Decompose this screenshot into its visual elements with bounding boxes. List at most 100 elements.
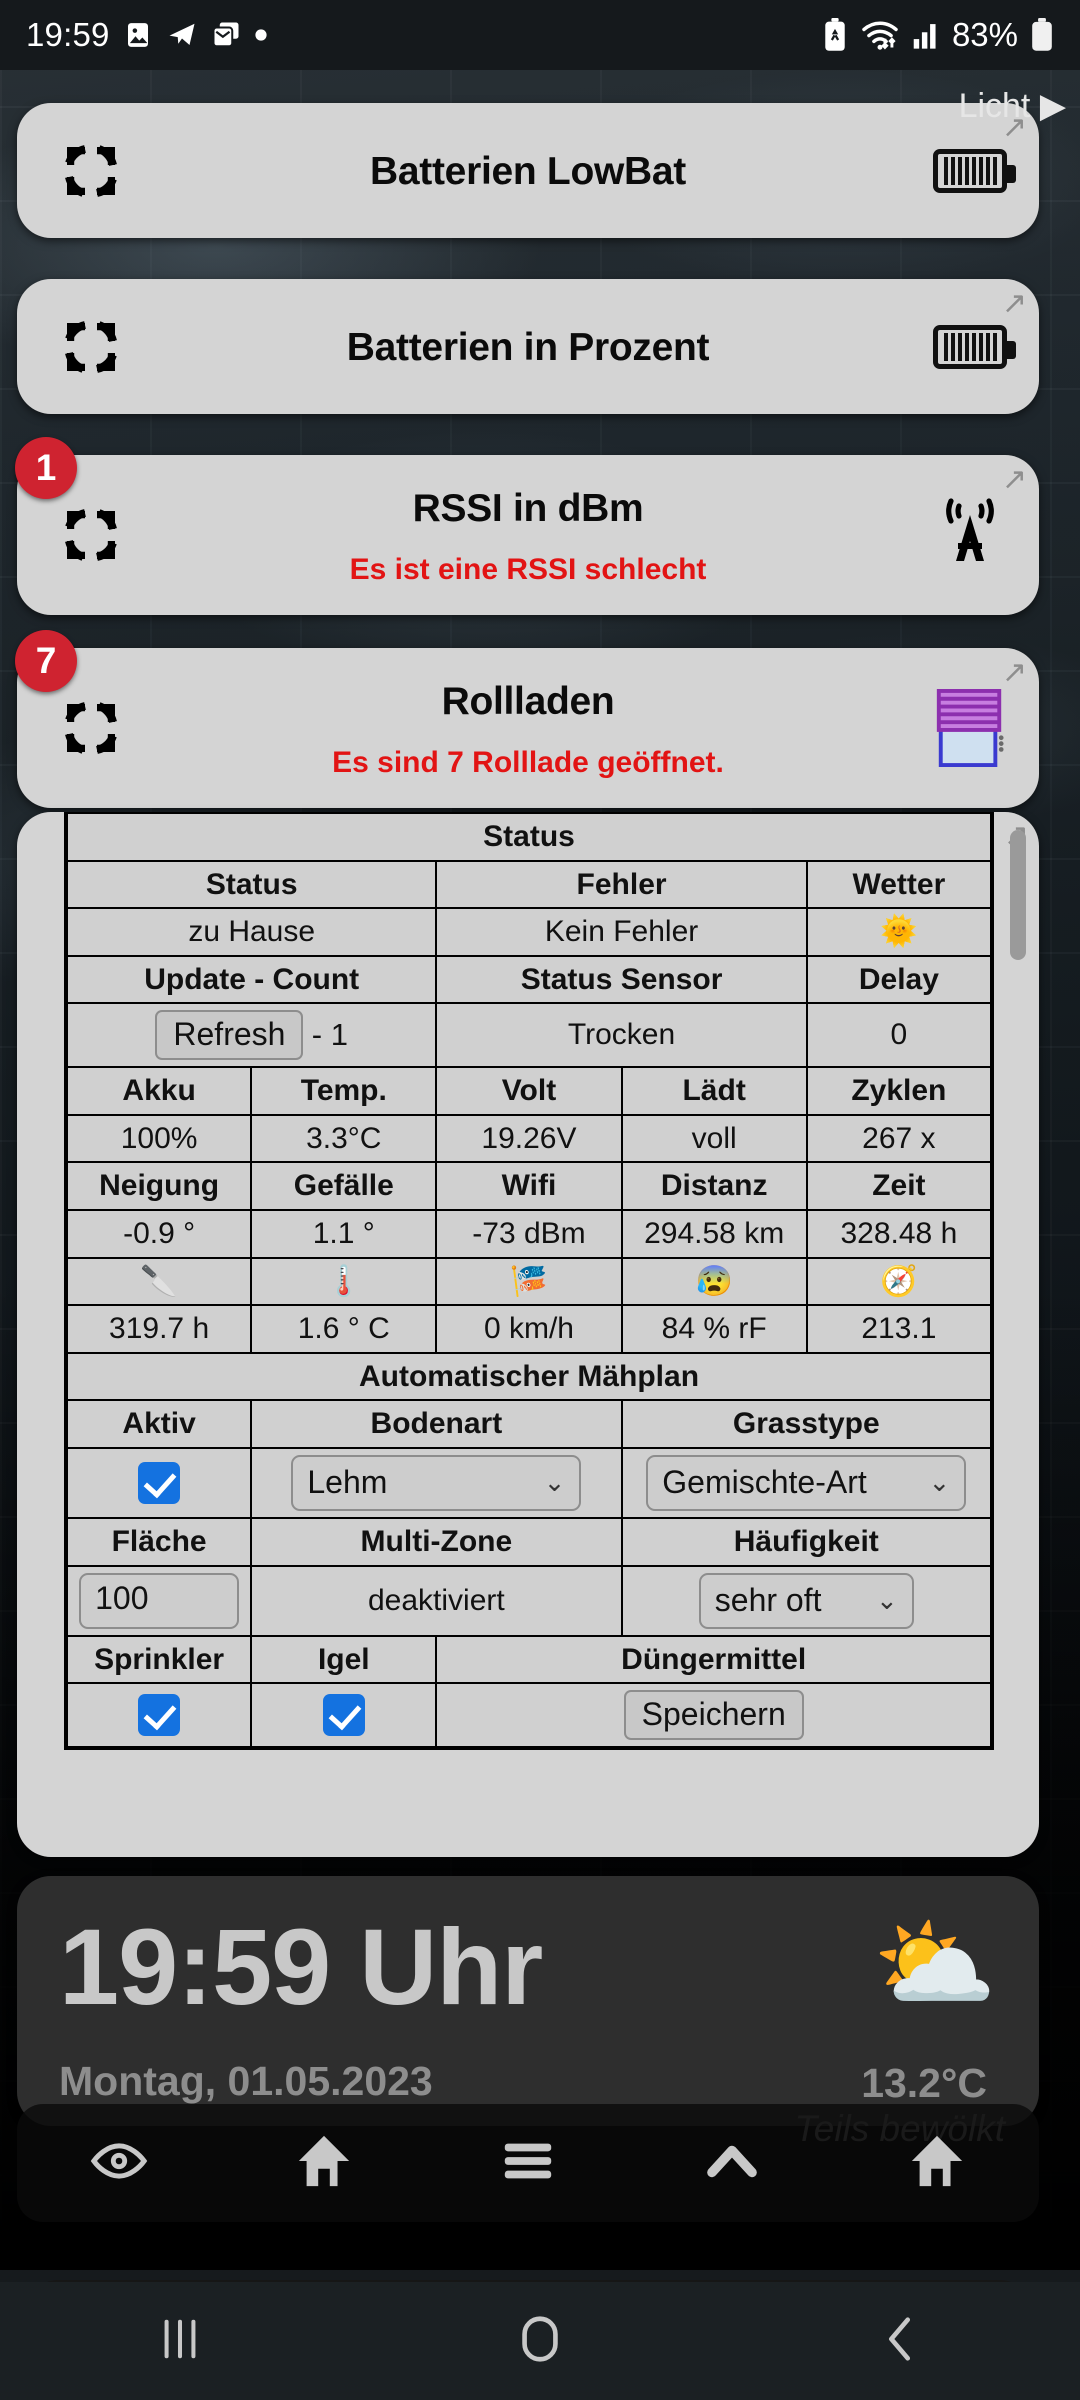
tile-batterien-in-prozent[interactable]: ↗ Batterien in Prozent	[17, 279, 1039, 414]
tile-title: RSSI in dBm	[412, 487, 644, 530]
table-row: 🔪 🌡️ 🎏 😰 🧭	[64, 1256, 994, 1307]
sprinkler-cell[interactable]	[64, 1682, 253, 1749]
refresh-button[interactable]: Refresh	[155, 1010, 304, 1061]
col-header-flaeche: Fläche	[64, 1516, 253, 1567]
col-header-delay: Delay	[805, 954, 994, 1005]
tile-title: Batterien LowBat	[370, 150, 686, 193]
update-count-value: - 1	[311, 1017, 348, 1053]
dock-item-eye[interactable]	[17, 2139, 221, 2188]
tile-batterien-lowbat[interactable]: ↗ Batterien LowBat	[17, 103, 1039, 238]
bodenart-value: Lehm	[307, 1464, 388, 1501]
sprinkler-checkbox[interactable]	[138, 1694, 181, 1737]
table-row: Fläche Multi-Zone Häufigkeit	[64, 1516, 994, 1567]
haeufigkeit-cell[interactable]: sehr oft ⌄	[620, 1564, 994, 1637]
grasstype-select[interactable]: Gemischte-Art ⌄	[646, 1454, 967, 1511]
home-icon[interactable]	[516, 2312, 564, 2371]
nav-back[interactable]	[720, 2312, 1080, 2371]
speichern-button[interactable]: Speichern	[623, 1690, 804, 1740]
table-row: Aktiv Bodenart Grasstype	[64, 1399, 994, 1449]
col-header-status-sensor: Status Sensor	[435, 954, 808, 1005]
weather-temperature: 13.2°C	[861, 2060, 987, 2106]
chevron-up-icon[interactable]	[705, 2140, 759, 2187]
eye-icon[interactable]	[90, 2139, 148, 2188]
value-pressure: 213.1	[805, 1304, 994, 1354]
col-header-temp: Temp.	[250, 1066, 438, 1116]
value-status-sensor: Trocken	[435, 1002, 808, 1069]
tile-title: Batterien in Prozent	[346, 326, 710, 369]
table-scrollbar[interactable]	[1010, 830, 1026, 960]
dock-item-home-2[interactable]	[835, 2132, 1039, 2195]
status-table-card[interactable]: ↗ Status Status Fehler Wetter zu Hause K…	[17, 812, 1039, 1857]
home-icon[interactable]	[296, 2132, 352, 2195]
duengermittel-cell[interactable]: Speichern	[435, 1682, 993, 1749]
col-header-grasstype: Grasstype	[620, 1399, 994, 1449]
recents-icon[interactable]	[157, 2312, 203, 2371]
home-icon[interactable]	[909, 2132, 965, 2195]
aktiv-cell[interactable]	[64, 1446, 253, 1519]
col-header-wetter: Wetter	[805, 859, 994, 910]
haeufigkeit-select[interactable]: sehr oft ⌄	[698, 1572, 914, 1629]
value-distanz: 294.58 km	[620, 1208, 808, 1259]
table-row: Status	[65, 812, 993, 862]
grasstype-cell[interactable]: Gemischte-Art ⌄	[620, 1446, 994, 1519]
bodenart-cell[interactable]: Lehm ⌄	[250, 1446, 623, 1519]
col-header-igel: Igel	[250, 1634, 438, 1685]
col-header-volt: Volt	[435, 1066, 623, 1116]
weather-partly-cloudy-icon: ⛅	[872, 1908, 997, 2020]
value-temp: 3.3°C	[250, 1113, 438, 1164]
tile-rssi[interactable]: 1 ↗ RSSI in dBm Es ist eine RSSI schlech…	[15, 437, 1039, 615]
dock-item-chevron-up[interactable]	[630, 2140, 834, 2187]
back-icon[interactable]	[878, 2312, 922, 2371]
play-arrow-icon: ▶	[1039, 87, 1066, 125]
chevron-down-icon: ⌄	[543, 1467, 566, 1498]
aktiv-checkbox[interactable]	[138, 1461, 181, 1504]
flaeche-cell[interactable]: 100	[64, 1564, 253, 1637]
igel-cell[interactable]	[250, 1682, 438, 1749]
dot-icon	[254, 28, 268, 42]
compass-icon: 🧭	[805, 1256, 994, 1307]
table-row: Update - Count Status Sensor Delay	[64, 954, 994, 1005]
status-bar-clock: 19:59	[26, 16, 110, 53]
flaeche-input[interactable]: 100	[79, 1572, 240, 1629]
dock-item-menu[interactable]	[426, 2139, 630, 2188]
value-akku: 100%	[64, 1113, 253, 1164]
table-scroll-viewport[interactable]: Status Status Fehler Wetter zu Hause Kei…	[17, 812, 1039, 1857]
status-badge: 7	[15, 630, 77, 692]
table-row: -0.9 ° 1.1 ° -73 dBm 294.58 km 328.48 h	[64, 1208, 994, 1259]
bodenart-select[interactable]: Lehm ⌄	[291, 1454, 582, 1511]
col-header-update-count: Update - Count	[64, 954, 438, 1005]
battery-glyph	[933, 148, 1016, 193]
grasstype-value: Gemischte-Art	[662, 1464, 867, 1501]
wallpaper-label-text: Licht	[958, 87, 1031, 125]
clock-date: Montag, 01.05.2023	[59, 2058, 433, 2104]
col-header-multizone: Multi-Zone	[250, 1516, 623, 1567]
telegram-icon	[166, 20, 198, 50]
igel-checkbox[interactable]	[322, 1694, 365, 1737]
col-header-zyklen: Zyklen	[805, 1066, 994, 1116]
table-row: 319.7 h 1.6 ° C 0 km/h 84 % rF 213.1	[64, 1304, 994, 1354]
table-row: zu Hause Kein Fehler 🌞	[64, 907, 994, 957]
status-bar-left: 19:59	[26, 16, 268, 54]
weather-sun-icon: 🌞	[805, 907, 994, 957]
tile-title: Rollladen	[441, 680, 615, 723]
tile-rollladen[interactable]: 7 ↗ Rollladen Es sind 7 Rolllade geöffne…	[15, 630, 1039, 808]
app-dock	[17, 2104, 1039, 2222]
table-row: Speichern	[64, 1682, 993, 1749]
col-header-aktiv: Aktiv	[64, 1399, 253, 1449]
clock-weather-widget[interactable]: 19:59 Uhr Montag, 01.05.2023 ⛅ 13.2°C Te…	[17, 1876, 1039, 2149]
battery-icon	[927, 304, 1016, 390]
wallpaper-label: Licht ▶	[959, 86, 1066, 126]
col-header-distanz: Distanz	[620, 1161, 808, 1211]
status-bar: 19:59 83%	[0, 0, 1080, 70]
value-outside-temp: 1.6 ° C	[250, 1304, 438, 1354]
mail-icon	[211, 20, 241, 50]
nav-home[interactable]	[360, 2312, 720, 2371]
col-header-akku: Akku	[64, 1066, 253, 1116]
battery-icon	[927, 128, 1016, 214]
nav-recents[interactable]	[0, 2312, 360, 2371]
menu-icon[interactable]	[499, 2139, 557, 2188]
battery-percent-label: 83%	[951, 16, 1018, 53]
table-row: 100% 3.3°C 19.26V voll 267 x	[64, 1113, 994, 1164]
dock-item-home[interactable]	[221, 2132, 425, 2195]
col-header-neigung: Neigung	[64, 1161, 253, 1211]
